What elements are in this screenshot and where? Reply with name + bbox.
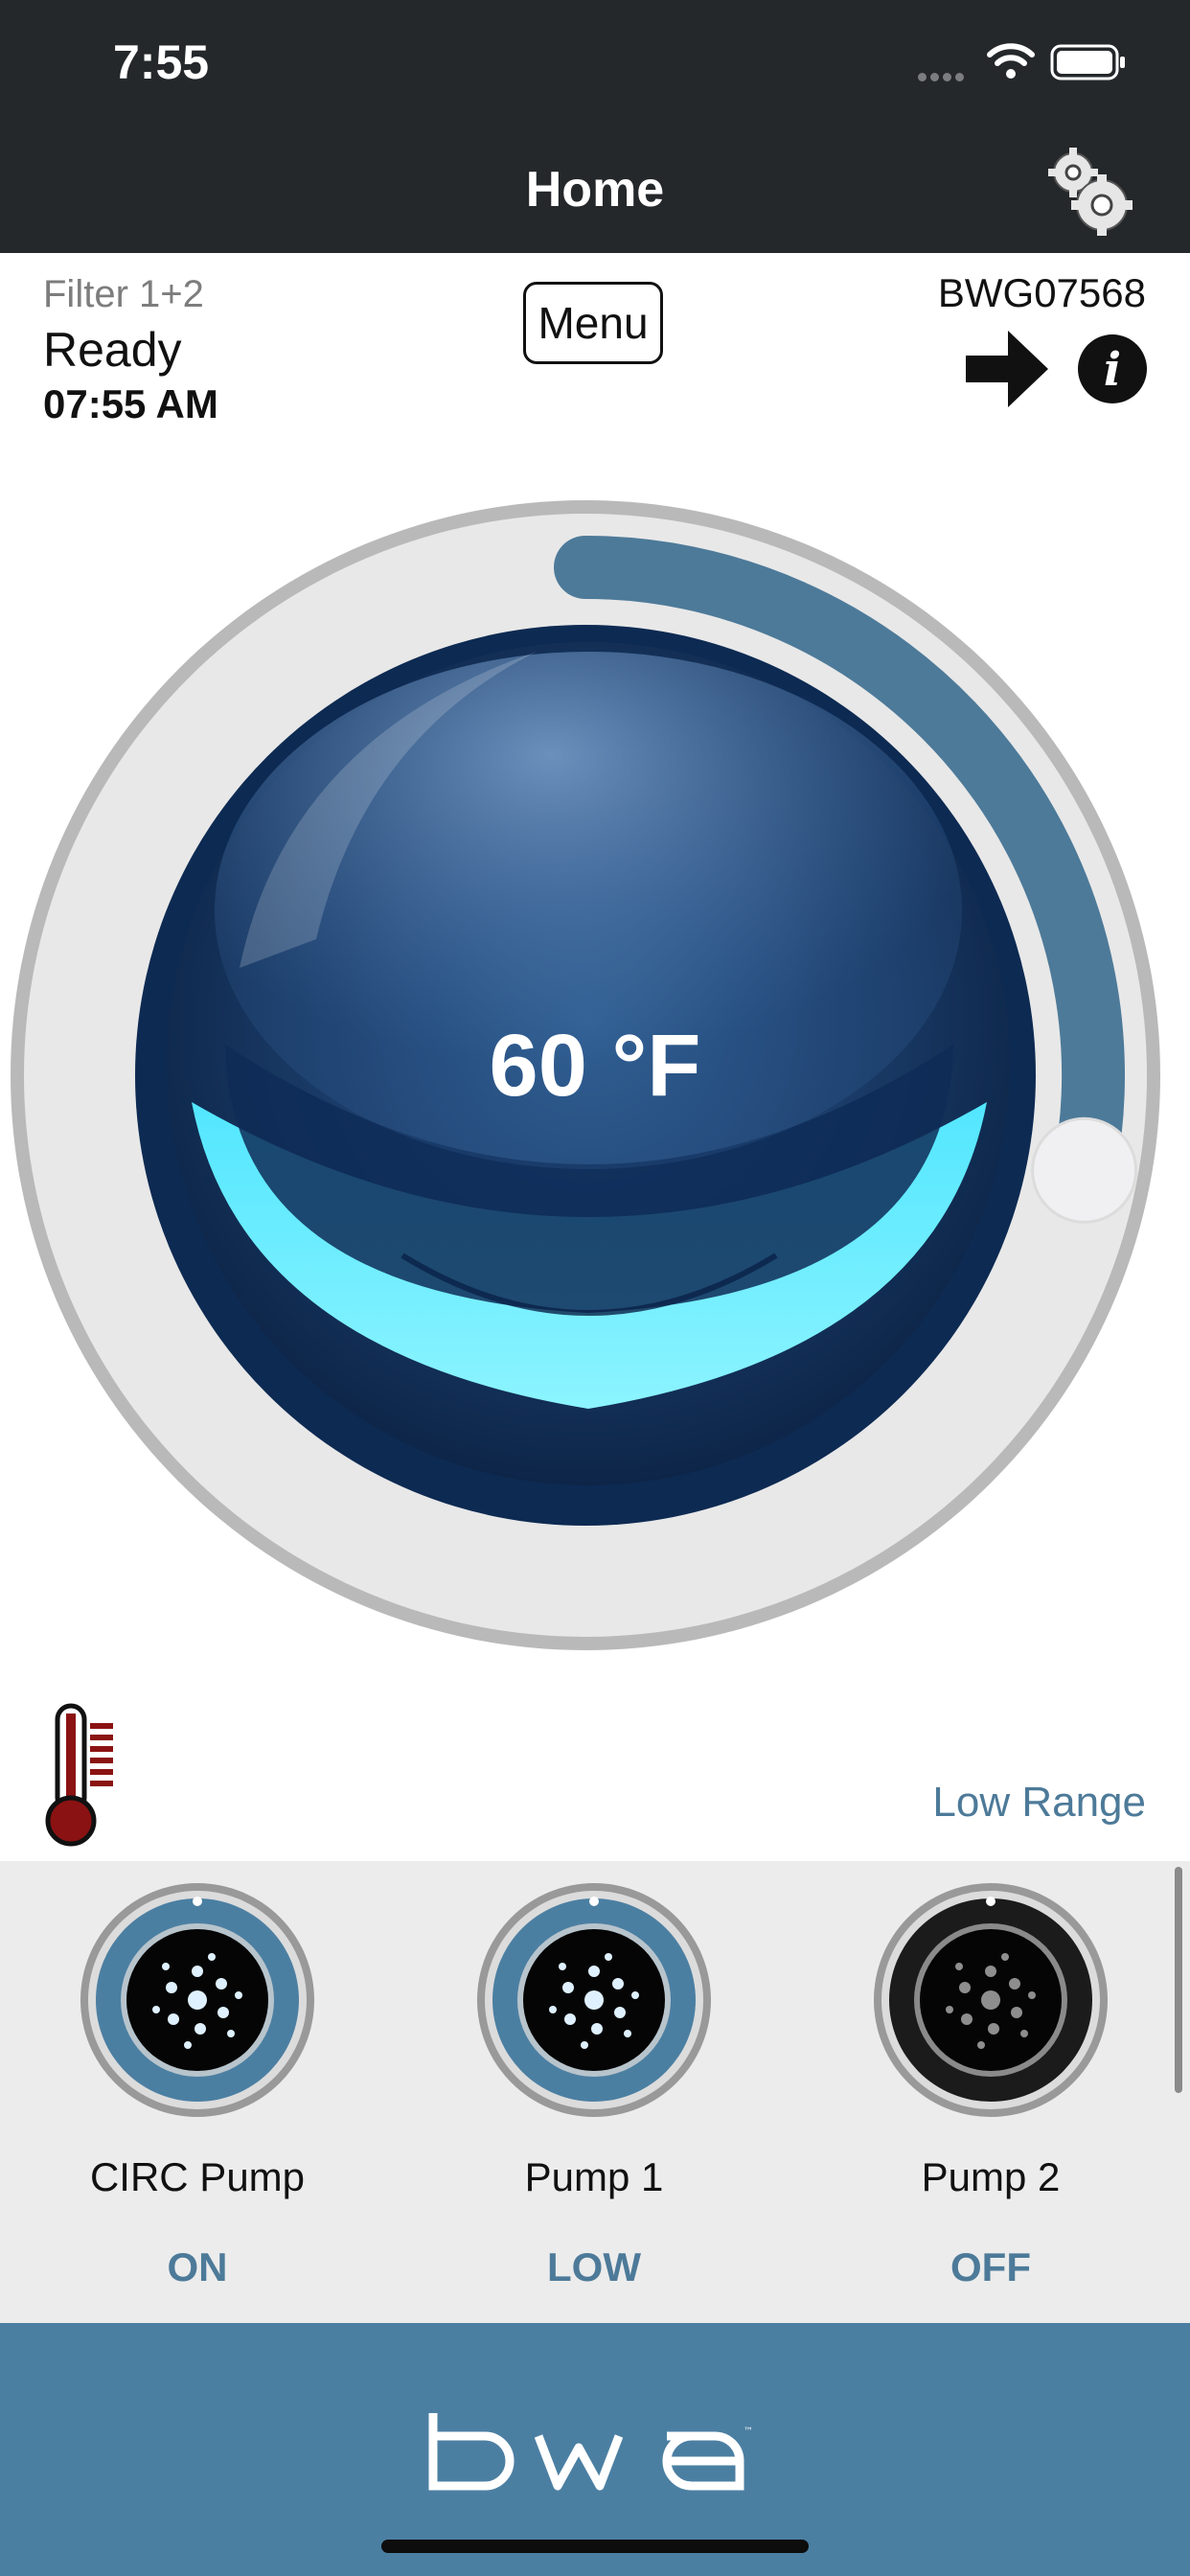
current-temperature: 60 °F [489,1017,701,1115]
pump-name: Pump 2 [921,2154,1061,2199]
pump-control-1[interactable]: Pump 1 LOW [402,1861,786,2290]
device-id-label: BWG07568 [937,270,1146,315]
pump-control-2[interactable]: Pump 2 OFF [799,1861,1182,2290]
pump-state: LOW [547,2244,641,2289]
pumps-panel: CIRC Pump ON Pump 1 LOW Pump 2 OFF [0,1861,1190,2323]
menu-button[interactable]: Menu [523,282,663,364]
pumps-scrollbar[interactable] [1175,1867,1182,2093]
info-icon[interactable]: i [1077,334,1148,404]
spa-state-label: Ready [43,323,182,377]
pump-name: CIRC Pump [89,2154,306,2199]
thermometer-icon[interactable] [36,1700,123,1850]
bwa-logo: ™ [428,2413,753,2491]
wifi-icon [987,43,1035,79]
pump-state: ON [167,2244,228,2289]
temperature-range-label[interactable]: Low Range [932,1779,1146,1827]
filter-cycle-label: Filter 1+2 [43,273,204,315]
dial-handle[interactable] [1031,1116,1138,1224]
svg-text:™: ™ [744,2426,753,2437]
settings-gear-icon[interactable] [1041,142,1136,238]
page-title: Home [525,162,665,218]
spa-time-label: 07:55 AM [43,381,218,426]
battery-icon [1050,44,1125,80]
pump-state: OFF [950,2244,1031,2289]
home-indicator[interactable] [381,2540,809,2553]
arrow-right-icon[interactable] [966,331,1048,407]
status-time: 7:55 [113,35,210,89]
jet-pump-icon[interactable] [78,1880,317,2120]
jet-pump-icon[interactable] [871,1880,1110,2120]
jet-pump-icon[interactable] [474,1880,714,2120]
pump-name: Pump 1 [524,2154,664,2199]
svg-text:i: i [1104,343,1121,397]
cellular-signal-icon [918,69,975,81]
pump-control-circ[interactable]: CIRC Pump ON [6,1861,389,2290]
